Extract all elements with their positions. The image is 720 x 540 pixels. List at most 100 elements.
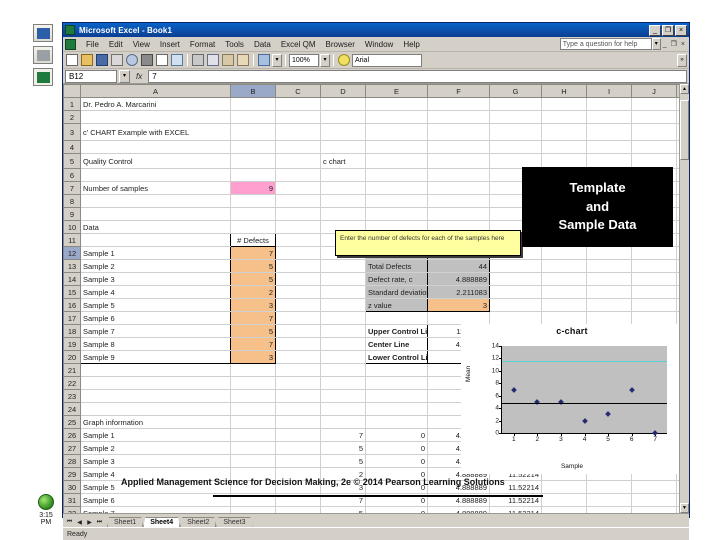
row-header-6[interactable]: 6: [63, 168, 81, 182]
cell-blank[interactable]: [586, 123, 632, 141]
cell-blank[interactable]: [275, 415, 321, 429]
cell-result-value[interactable]: 3: [427, 298, 490, 312]
cell-sample-value[interactable]: 3: [230, 350, 276, 364]
cell-blank[interactable]: [230, 168, 276, 182]
cell-blank[interactable]: [320, 363, 366, 377]
cell-sample-value[interactable]: 5: [230, 324, 276, 338]
cell-data-header[interactable]: Data: [80, 220, 231, 234]
prev-sheet-icon[interactable]: ◀: [75, 519, 84, 526]
last-sheet-icon[interactable]: ⏭: [95, 519, 104, 526]
cell-blank[interactable]: [275, 207, 321, 221]
cell-blank[interactable]: [320, 123, 366, 141]
cell-sample-label[interactable]: Sample 1: [80, 246, 231, 260]
cell-blank[interactable]: [320, 272, 366, 286]
print-preview-icon[interactable]: [155, 53, 169, 67]
cell-gi-cl[interactable]: 4.888889: [427, 506, 490, 513]
cell-blank[interactable]: [631, 285, 677, 299]
menu-item-browser[interactable]: Browser: [321, 39, 360, 50]
format-painter-icon[interactable]: [236, 53, 250, 67]
cell-gi-c[interactable]: 5: [320, 506, 366, 513]
cell-result-value[interactable]: 4.888889: [427, 272, 490, 286]
cell-limit-label[interactable]: Center Line: [365, 337, 428, 351]
row-header-8[interactable]: 8: [63, 194, 81, 208]
cell-quality-control[interactable]: Quality Control: [80, 153, 231, 169]
cell-blank[interactable]: [230, 153, 276, 169]
menu-item-excel-qm[interactable]: Excel QM: [276, 39, 321, 50]
cell-blank[interactable]: [586, 311, 632, 325]
cell-gi-label[interactable]: Sample 2: [80, 441, 231, 455]
row-header-3[interactable]: 3: [63, 123, 81, 141]
cut-icon[interactable]: [191, 53, 205, 67]
cell-blank[interactable]: [230, 140, 276, 154]
cell-blank[interactable]: [365, 376, 428, 390]
cell-blank[interactable]: [230, 123, 276, 141]
cell-blank[interactable]: [541, 298, 587, 312]
cell-sample-value[interactable]: 5: [230, 259, 276, 273]
cell-c-chart-label[interactable]: c chart: [320, 153, 366, 169]
cell-blank[interactable]: [365, 363, 428, 377]
cell-blank[interactable]: [365, 140, 428, 154]
cell-blank[interactable]: [427, 311, 490, 325]
cell-blank[interactable]: [631, 140, 677, 154]
cell-result-label[interactable]: z value: [365, 298, 428, 312]
cell-sample-label[interactable]: Sample 5: [80, 298, 231, 312]
cell-defects-header[interactable]: # Defects: [230, 233, 276, 247]
row-header-11[interactable]: 11: [63, 233, 81, 247]
cell-blank[interactable]: [541, 259, 587, 273]
cell-blank[interactable]: [230, 389, 276, 403]
cell-result-label[interactable]: Standard deviation: [365, 285, 428, 299]
cell-blank[interactable]: [365, 415, 428, 429]
c-chart-object[interactable]: c-chart Mean 14 12 10 8 6 4 2 0 1 2 3 4 5 6 7 Sample: [461, 324, 683, 474]
cell-sample-label[interactable]: Sample 7: [80, 324, 231, 338]
cell-blank[interactable]: [631, 123, 677, 141]
cell-blank[interactable]: [489, 140, 542, 154]
cell-blank[interactable]: [489, 110, 542, 124]
cell-blank[interactable]: [275, 363, 321, 377]
cell-blank[interactable]: [275, 350, 321, 364]
row-header-20[interactable]: 20: [63, 350, 81, 364]
row-header-23[interactable]: 23: [63, 389, 81, 403]
cell-sample-label[interactable]: Sample 8: [80, 337, 231, 351]
insert-function-icon[interactable]: fx: [132, 72, 146, 81]
cell-blank[interactable]: [275, 123, 321, 141]
row-header-30[interactable]: 30: [63, 480, 81, 494]
cell-blank[interactable]: [365, 402, 428, 416]
cell-blank[interactable]: [320, 337, 366, 351]
cell-blank[interactable]: [275, 285, 321, 299]
cell-blank[interactable]: [631, 506, 677, 513]
spelling-icon[interactable]: [170, 53, 184, 67]
cell-blank[interactable]: [230, 97, 276, 111]
cell-blank[interactable]: [275, 441, 321, 455]
cell-blank[interactable]: [230, 506, 276, 513]
cell-gi-label[interactable]: Sample 6: [80, 493, 231, 507]
cell-blank[interactable]: [275, 389, 321, 403]
row-header-27[interactable]: 27: [63, 441, 81, 455]
worksheet-area[interactable]: A B C D E F G H I J K 1 Dr. Pedro A. Mar…: [63, 84, 689, 513]
cell-blank[interactable]: [541, 140, 587, 154]
cell-blank[interactable]: [230, 376, 276, 390]
cell-blank[interactable]: [631, 272, 677, 286]
scrollbar-thumb[interactable]: [680, 100, 689, 160]
undo-icon[interactable]: [257, 53, 271, 67]
row-header-19[interactable]: 19: [63, 337, 81, 351]
cell-blank[interactable]: [489, 259, 542, 273]
cell-limit-label[interactable]: Lower Control Limit: [365, 350, 428, 364]
cell-blank[interactable]: [275, 233, 321, 247]
cell-blank[interactable]: [586, 493, 632, 507]
row-header-13[interactable]: 13: [63, 259, 81, 273]
cell-blank[interactable]: [275, 181, 321, 195]
row-header-5[interactable]: 5: [63, 153, 81, 169]
minimize-button[interactable]: _: [649, 24, 661, 36]
ask-dropdown-icon[interactable]: ▾: [651, 38, 661, 50]
cell-blank[interactable]: [275, 402, 321, 416]
zoom-level-input[interactable]: 100%: [289, 53, 319, 67]
ask-a-question-input[interactable]: Type a question for help: [559, 38, 652, 50]
cell-blank[interactable]: [365, 311, 428, 325]
row-header-18[interactable]: 18: [63, 324, 81, 338]
cell-blank[interactable]: [541, 110, 587, 124]
cell-blank[interactable]: [80, 233, 231, 247]
sheet-tab-sheet2[interactable]: Sheet2: [180, 517, 217, 527]
cell-limit-label[interactable]: Upper Control Limit: [365, 324, 428, 338]
cell-blank[interactable]: [275, 454, 321, 468]
column-header-e[interactable]: E: [365, 84, 428, 98]
